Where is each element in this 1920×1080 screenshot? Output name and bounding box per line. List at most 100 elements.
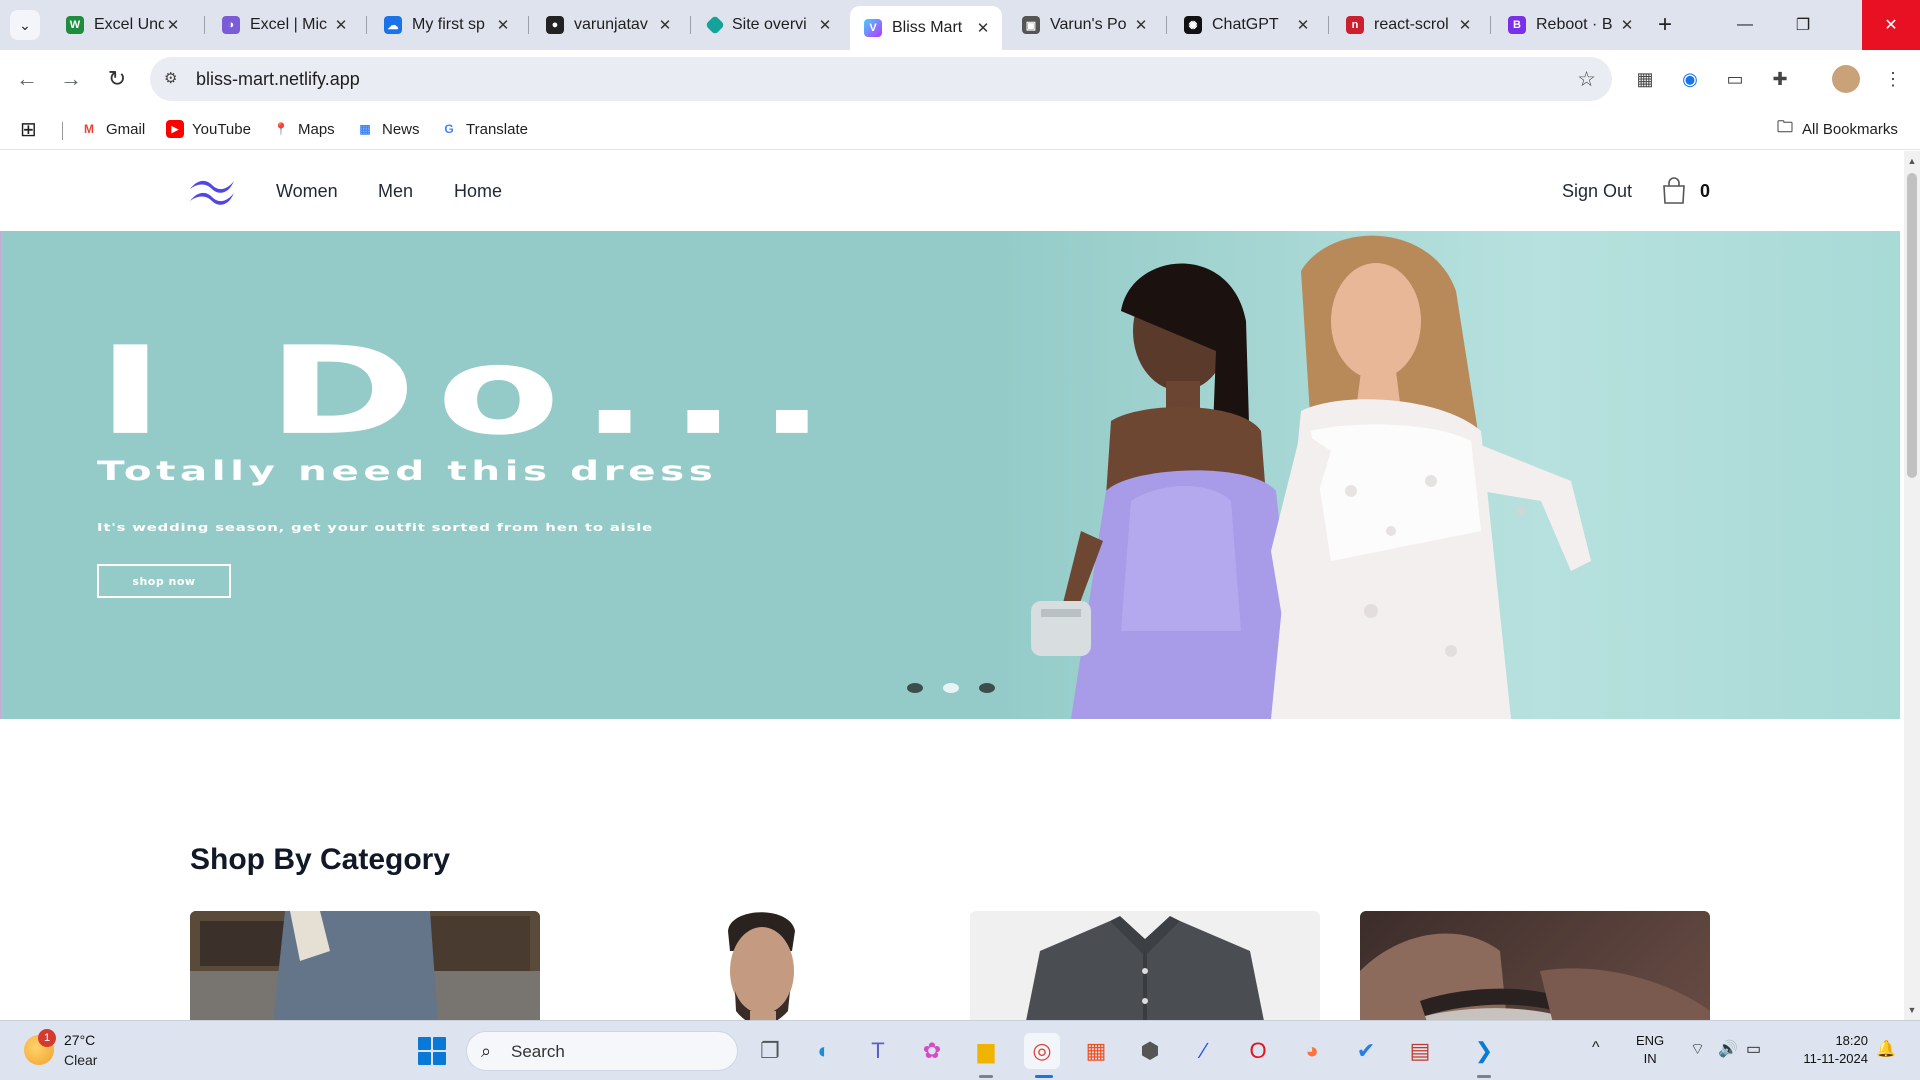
nav-link-women[interactable]: Women xyxy=(276,181,338,202)
opera-icon[interactable]: O xyxy=(1240,1033,1276,1069)
weather-condition[interactable]: Clear xyxy=(64,1052,97,1068)
app-icon[interactable]: ⬢ xyxy=(1132,1033,1168,1069)
taskbar-search-box[interactable]: ⌕ Search xyxy=(466,1031,738,1071)
scroll-down-arrow-icon[interactable]: ▼ xyxy=(1904,1002,1920,1018)
control-panel-icon[interactable]: ▤ xyxy=(1402,1033,1438,1069)
profile-avatar[interactable] xyxy=(1832,65,1860,93)
youtube-icon: ▶ xyxy=(166,120,184,138)
close-tab-icon[interactable]: ✕ xyxy=(494,16,512,34)
bookmark-label: Translate xyxy=(466,120,528,138)
todo-icon[interactable]: ✔ xyxy=(1348,1033,1384,1069)
bookmark-news[interactable]: ▦ News xyxy=(356,116,419,142)
scroll-up-arrow-icon[interactable]: ▲ xyxy=(1904,153,1920,169)
chrome-icon[interactable]: ◎ xyxy=(1024,1033,1060,1069)
tab-my-first-sp[interactable]: ☁ My first sp ✕ xyxy=(370,8,522,42)
qr-extension-icon[interactable]: ▦ xyxy=(1632,66,1658,92)
carousel-dot-2[interactable] xyxy=(943,683,959,693)
bookmark-youtube[interactable]: ▶ YouTube xyxy=(166,116,251,142)
tab-excel-undo[interactable]: W Excel Undo ✕ xyxy=(52,8,192,42)
close-tab-icon[interactable]: ✕ xyxy=(656,16,674,34)
category-card-accessories[interactable] xyxy=(1360,911,1710,1020)
bookmark-translate[interactable]: G Translate xyxy=(440,116,528,142)
extensions-puzzle-icon[interactable]: ✚ xyxy=(1767,66,1793,92)
tray-overflow-chevron-icon[interactable]: ^ xyxy=(1592,1039,1600,1057)
category-card-shirts[interactable] xyxy=(970,911,1320,1020)
address-url[interactable]: bliss-mart.netlify.app xyxy=(196,69,360,90)
shirt-category-image xyxy=(1026,916,1264,1020)
bookmark-label: Maps xyxy=(298,120,335,138)
category-card-jeans[interactable] xyxy=(190,911,540,1020)
close-tab-icon[interactable]: ✕ xyxy=(332,16,350,34)
vscode-icon[interactable]: ❯ xyxy=(1466,1033,1502,1069)
tab-excel-microsoft[interactable]: ◑ Excel | Mic ✕ xyxy=(208,8,360,42)
brand-logo-icon[interactable] xyxy=(188,175,236,207)
close-tab-icon[interactable]: ✕ xyxy=(1456,16,1474,34)
shopping-bag-icon[interactable] xyxy=(1660,177,1688,205)
forward-button[interactable]: → xyxy=(56,64,86,94)
carousel-dot-3[interactable] xyxy=(979,683,995,693)
system-clock[interactable]: 18:20 11-11-2024 xyxy=(1788,1032,1868,1068)
windows-taskbar: 1 27°C Clear ⌕ Search ❐ ◐ T ✿ ▆ ◎ ▦ ⬢ ∕ … xyxy=(0,1020,1920,1080)
notifications-bell-icon[interactable]: 🔔 xyxy=(1876,1039,1896,1059)
wifi-icon[interactable]: ⌔ xyxy=(1690,1039,1705,1059)
close-window-button[interactable]: ✕ xyxy=(1862,0,1920,50)
tab-title: Varun's Po xyxy=(1050,16,1127,33)
edge-icon[interactable]: ◐ xyxy=(806,1033,842,1069)
folder-icon: 🗀 xyxy=(1776,118,1793,136)
tab-title: Excel Undo xyxy=(94,16,164,33)
tab-varuns-portfolio[interactable]: ▣ Varun's Po ✕ xyxy=(1008,8,1160,42)
apps-grid-icon[interactable]: ⊞ xyxy=(20,116,37,142)
close-tab-icon[interactable]: ✕ xyxy=(164,16,182,34)
firefox-icon[interactable]: ◕ xyxy=(1294,1033,1330,1069)
bookmark-gmail[interactable]: M Gmail xyxy=(80,116,145,142)
nav-link-men[interactable]: Men xyxy=(378,181,413,202)
tab-react-scroll[interactable]: n react-scrol ✕ xyxy=(1332,8,1484,42)
page-scrollbar[interactable]: ▲ ▼ xyxy=(1904,151,1920,1020)
tab-github[interactable]: ● varunjatav ✕ xyxy=(532,8,684,42)
category-card-men[interactable] xyxy=(580,911,930,1020)
restore-button[interactable]: ❐ xyxy=(1774,0,1832,50)
windows-start-icon[interactable] xyxy=(418,1037,446,1065)
carousel-dot-1[interactable] xyxy=(907,683,923,693)
tab-chatgpt[interactable]: ✺ ChatGPT ✕ xyxy=(1170,8,1322,42)
tab-search-button[interactable]: ⌄ xyxy=(10,10,40,40)
reload-button[interactable]: ↻ xyxy=(102,64,132,94)
extension-icon[interactable]: ◉ xyxy=(1677,66,1703,92)
close-tab-icon[interactable]: ✕ xyxy=(974,19,992,37)
copilot-icon[interactable]: ✿ xyxy=(914,1033,950,1069)
microsoft-store-icon[interactable]: ▦ xyxy=(1078,1033,1114,1069)
close-tab-icon[interactable]: ✕ xyxy=(1618,16,1636,34)
hero-subtitle: Totally need this dress xyxy=(97,456,718,487)
language-indicator[interactable]: ENG IN xyxy=(1636,1032,1664,1068)
nav-link-home[interactable]: Home xyxy=(454,181,502,202)
menu-kebab-icon[interactable]: ⋮ xyxy=(1880,66,1906,92)
cast-icon[interactable]: ▭ xyxy=(1722,66,1748,92)
tab-reboot-bootstrap[interactable]: B Reboot · B ✕ xyxy=(1494,8,1646,42)
clock-date: 11-11-2024 xyxy=(1803,1051,1868,1066)
tab-site-overview[interactable]: Site overvi ✕ xyxy=(694,8,844,42)
volume-icon[interactable]: 🔊 xyxy=(1718,1039,1738,1059)
bookmark-star-icon[interactable]: ☆ xyxy=(1577,67,1596,92)
task-view-icon[interactable]: ❐ xyxy=(752,1033,788,1069)
tab-title: Reboot · B xyxy=(1536,16,1613,33)
close-tab-icon[interactable]: ✕ xyxy=(1132,16,1150,34)
bookmark-maps[interactable]: 📍 Maps xyxy=(272,116,335,142)
file-explorer-icon[interactable]: ▆ xyxy=(968,1033,1004,1069)
site-info-icon[interactable]: ⚙ xyxy=(164,69,184,89)
minimize-button[interactable]: — xyxy=(1716,0,1774,50)
tab-bliss-mart[interactable]: V Bliss Mart ✕ xyxy=(850,6,1002,50)
sign-out-link[interactable]: Sign Out xyxy=(1562,181,1632,202)
close-tab-icon[interactable]: ✕ xyxy=(1294,16,1312,34)
shop-now-button[interactable]: shop now xyxy=(97,564,231,598)
address-bar[interactable]: ⚙ bliss-mart.netlify.app ☆ xyxy=(150,57,1612,101)
tab-title: Site overvi xyxy=(732,16,807,33)
all-bookmarks-button[interactable]: 🗀 All Bookmarks xyxy=(1776,116,1898,142)
mathtype-icon[interactable]: ∕ xyxy=(1186,1033,1222,1069)
close-tab-icon[interactable]: ✕ xyxy=(816,16,834,34)
weather-temperature[interactable]: 27°C xyxy=(64,1032,95,1048)
teams-icon[interactable]: T xyxy=(860,1033,896,1069)
new-tab-button[interactable]: + xyxy=(1650,10,1680,40)
battery-icon[interactable]: ▭ xyxy=(1746,1039,1761,1059)
scroll-thumb[interactable] xyxy=(1907,173,1917,478)
back-button[interactable]: ← xyxy=(12,64,42,94)
